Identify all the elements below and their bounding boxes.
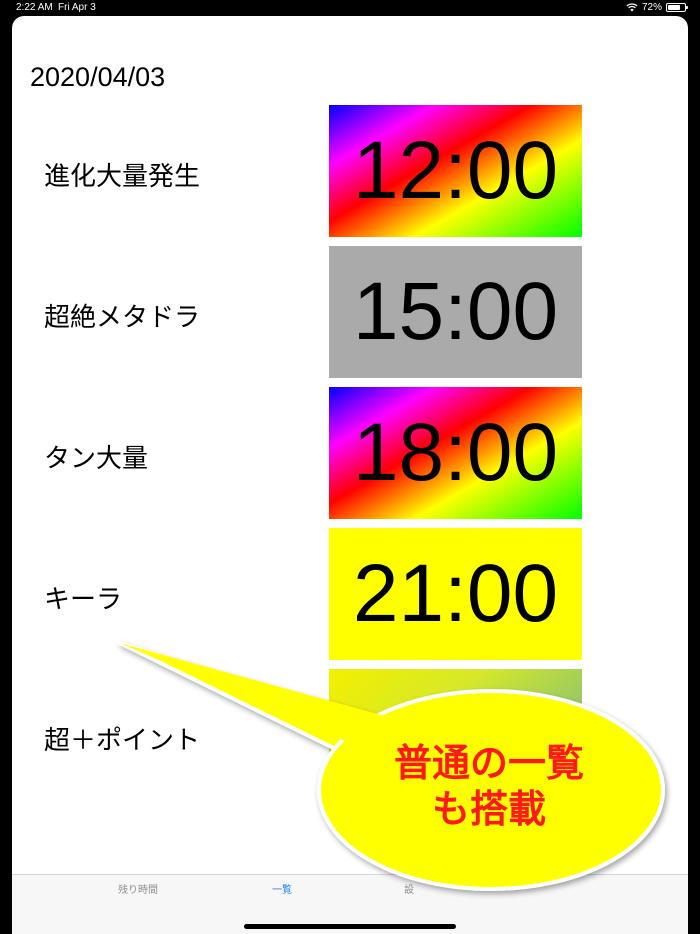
callout-line-2: も搭載: [431, 787, 546, 831]
callout-line-1: 普通の一覧: [393, 741, 584, 785]
home-indicator: [244, 924, 456, 929]
callout-text: 普通の一覧 も搭載: [354, 740, 624, 832]
